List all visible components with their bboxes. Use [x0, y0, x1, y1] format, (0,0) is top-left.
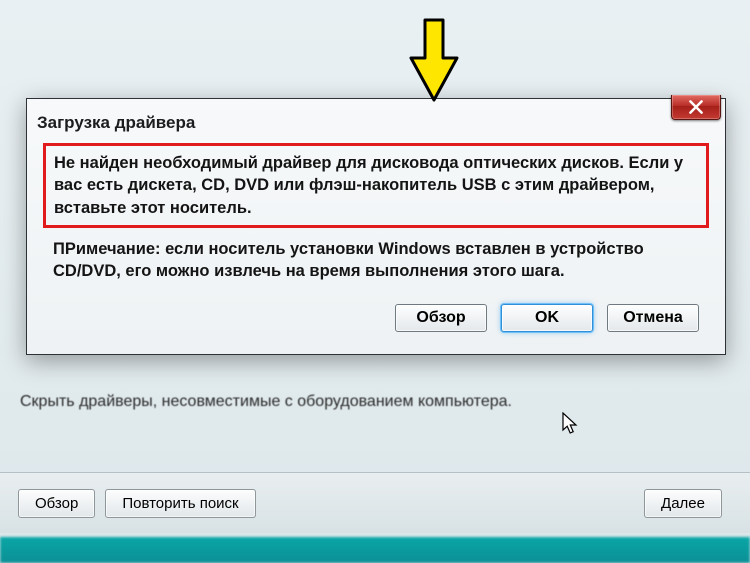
- dialog-title: Загрузка драйвера: [37, 113, 195, 133]
- parent-rescan-button[interactable]: Повторить поиск: [105, 489, 255, 518]
- close-icon: [689, 100, 703, 114]
- mouse-cursor-icon: [562, 412, 579, 436]
- dialog-titlebar: Загрузка драйвера: [27, 99, 725, 135]
- dialog-button-row: Обзор OK Отмена: [43, 286, 709, 338]
- error-message-box: Не найден необходимый драйвер для дисков…: [43, 143, 709, 228]
- parent-browse-button[interactable]: Обзор: [18, 489, 95, 518]
- parent-next-button[interactable]: Далее: [644, 489, 722, 518]
- window-border-accent: [0, 537, 750, 563]
- close-button[interactable]: [671, 95, 721, 120]
- dialog-body: Не найден необходимый драйвер для дисков…: [27, 135, 725, 354]
- annotation-arrow-icon: [409, 18, 459, 102]
- note-text-block: ПРимечание: если носитель установки Wind…: [43, 238, 709, 287]
- browse-button[interactable]: Обзор: [395, 304, 487, 332]
- error-message-text: Не найден необходимый драйвер для дисков…: [54, 152, 698, 219]
- cancel-button[interactable]: Отмена: [607, 304, 699, 332]
- note-text: ПРимечание: если носитель установки Wind…: [53, 238, 699, 283]
- driver-load-dialog: Загрузка драйвера Не найден необходимый …: [26, 98, 726, 355]
- hide-incompatible-drivers-checkbox-label: Скрыть драйверы, несовместимые с оборудо…: [20, 393, 512, 411]
- parent-bottom-bar: Обзор Повторить поиск Далее: [0, 472, 750, 533]
- ok-button[interactable]: OK: [501, 304, 593, 332]
